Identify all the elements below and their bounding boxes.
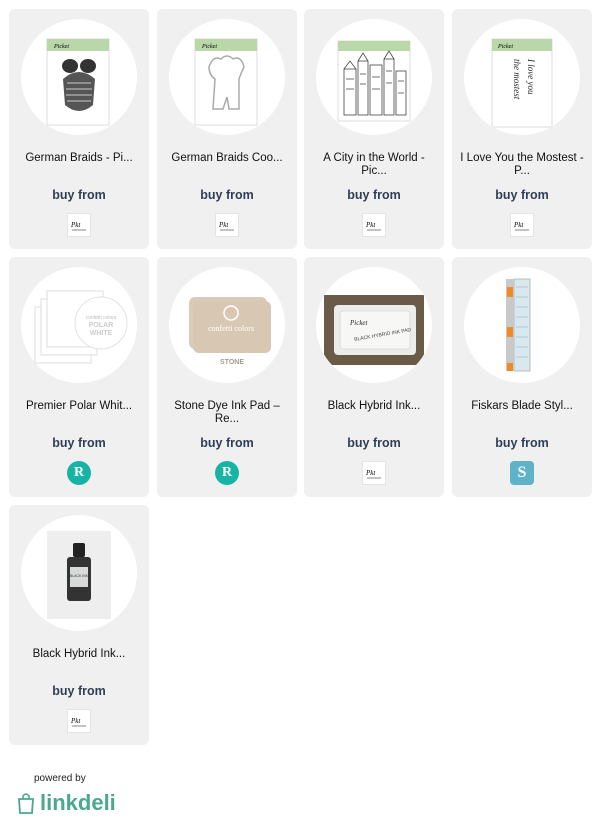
product-image[interactable]: BLACK INK [21, 515, 137, 631]
product-title[interactable]: I Love You the Mostest - P... [458, 152, 586, 178]
picket-fence-logo-icon[interactable]: Pkt [67, 709, 91, 733]
svg-text:Pkt: Pkt [365, 221, 376, 229]
product-card[interactable]: confetti colors STONE Stone Dye Ink Pad … [157, 257, 297, 497]
product-title[interactable]: Fiskars Blade Styl... [458, 400, 586, 426]
svg-text:confetti colors: confetti colors [86, 315, 117, 321]
svg-text:Pkt: Pkt [513, 221, 524, 229]
svg-text:WHITE: WHITE [90, 330, 113, 337]
product-card[interactable]: Picket German Braids - Pi... buy from Pk… [9, 9, 149, 249]
product-card[interactable]: Picket German Braids Coo... buy from Pkt [157, 9, 297, 249]
product-title[interactable]: Black Hybrid Ink... [15, 648, 143, 674]
product-image[interactable] [464, 267, 580, 383]
product-title[interactable]: German Braids Coo... [163, 152, 291, 178]
svg-text:Pkt: Pkt [218, 221, 229, 229]
svg-text:Pkt: Pkt [70, 221, 81, 229]
svg-text:Pkt: Pkt [365, 469, 376, 477]
product-image[interactable]: confetti colors STONE [169, 267, 285, 383]
product-title[interactable]: A City in the World - Pic... [310, 152, 438, 178]
svg-text:Pkt: Pkt [70, 717, 81, 725]
buy-from-label[interactable]: buy from [304, 188, 444, 202]
picket-fence-logo-icon[interactable]: Pkt [215, 213, 239, 237]
picket-fence-logo-icon[interactable]: Pkt [510, 213, 534, 237]
svg-text:Picket: Picket [349, 319, 369, 327]
buy-from-label[interactable]: buy from [9, 684, 149, 698]
product-card[interactable]: Picket BLACK HYBRID INK PAD Black Hybrid… [304, 257, 444, 497]
svg-text:BLACK INK: BLACK INK [70, 574, 89, 578]
buy-from-label[interactable]: buy from [157, 436, 297, 450]
svg-text:Picket: Picket [53, 44, 69, 50]
svg-text:POLAR: POLAR [89, 322, 114, 329]
product-card[interactable]: Picket I love you the mostest I Love You… [452, 9, 592, 249]
buy-from-label[interactable]: buy from [452, 188, 592, 202]
product-image[interactable]: Picket [169, 19, 285, 135]
product-card[interactable]: A City in the World - Pic... buy from Pk… [304, 9, 444, 249]
linkdeli-wordmark: linkdeli [40, 790, 116, 815]
picket-fence-logo-icon[interactable]: Pkt [67, 213, 91, 237]
buy-from-label[interactable]: buy from [304, 436, 444, 450]
product-title[interactable]: Stone Dye Ink Pad – Re... [163, 400, 291, 426]
r-store-logo-icon[interactable]: R [215, 461, 239, 485]
product-title[interactable]: Premier Polar Whit... [15, 400, 143, 426]
r-store-logo-icon[interactable]: R [67, 461, 91, 485]
product-card[interactable]: Fiskars Blade Styl... buy from S [452, 257, 592, 497]
linkdeli-logo[interactable]: linkdeli [16, 790, 116, 816]
shopping-bag-icon [18, 793, 34, 814]
svg-text:the mostest: the mostest [512, 59, 522, 100]
svg-text:I love you: I love you [526, 58, 536, 95]
product-card[interactable]: confetti colors POLAR WHITE Premier Pola… [9, 257, 149, 497]
svg-text:Picket: Picket [497, 44, 513, 50]
buy-from-label[interactable]: buy from [452, 436, 592, 450]
product-title[interactable]: Black Hybrid Ink... [310, 400, 438, 426]
product-image[interactable]: Picket I love you the mostest [464, 19, 580, 135]
product-title[interactable]: German Braids - Pi... [15, 152, 143, 178]
picket-fence-logo-icon[interactable]: Pkt [362, 461, 386, 485]
svg-text:Picket: Picket [201, 44, 217, 50]
product-card[interactable]: BLACK INK Black Hybrid Ink... buy from P… [9, 505, 149, 745]
buy-from-label[interactable]: buy from [157, 188, 297, 202]
powered-by-label: powered by [34, 773, 86, 784]
product-image[interactable]: confetti colors POLAR WHITE [21, 267, 137, 383]
product-image[interactable]: Picket BLACK HYBRID INK PAD [316, 267, 432, 383]
picket-fence-logo-icon[interactable]: Pkt [362, 213, 386, 237]
buy-from-label[interactable]: buy from [9, 436, 149, 450]
svg-text:confetti colors: confetti colors [208, 324, 254, 333]
product-image[interactable] [316, 19, 432, 135]
product-image[interactable]: Picket [21, 19, 137, 135]
buy-from-label[interactable]: buy from [9, 188, 149, 202]
s-store-logo-icon[interactable]: S [510, 461, 534, 485]
svg-text:STONE: STONE [220, 359, 244, 366]
